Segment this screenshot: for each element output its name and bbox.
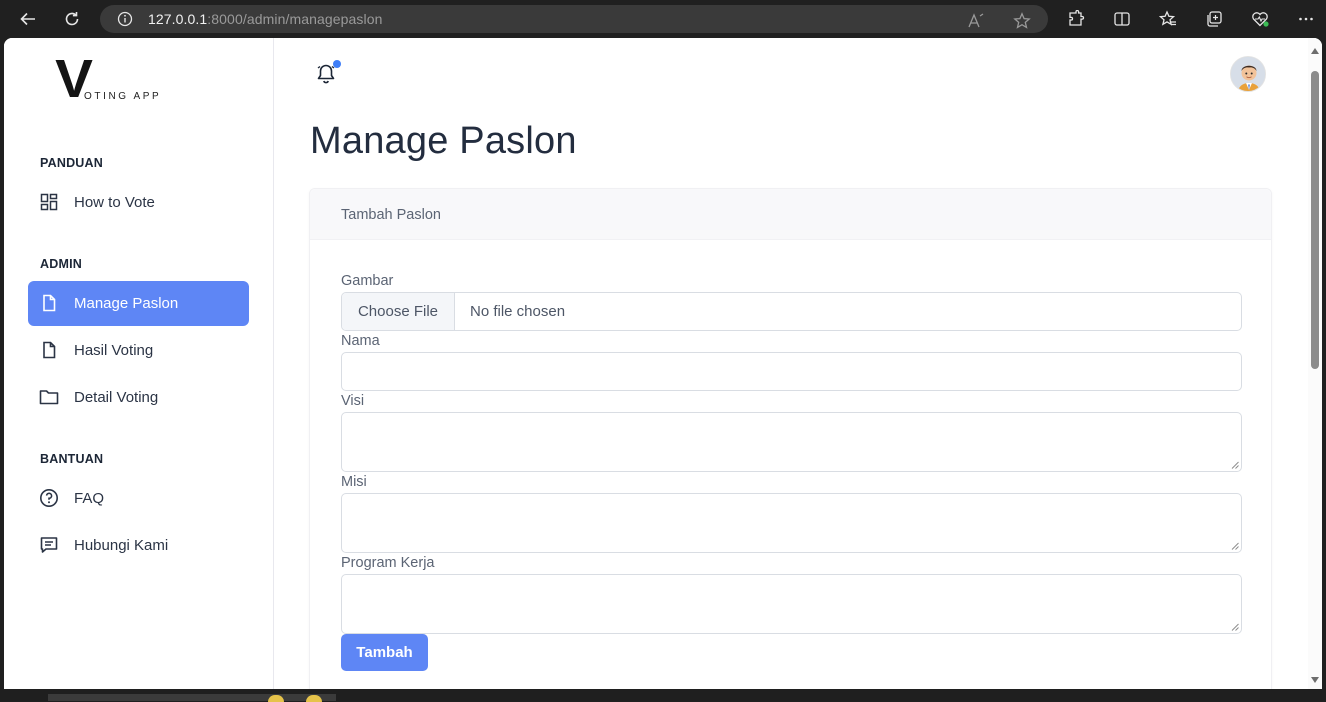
section-title-panduan: PANDUAN	[40, 156, 103, 170]
page-title: Manage Paslon	[310, 120, 577, 162]
program-kerja-textarea[interactable]	[341, 574, 1242, 634]
split-screen-icon[interactable]	[1110, 7, 1134, 31]
grid-icon	[39, 192, 59, 212]
app-logo[interactable]: V OTING APP	[55, 52, 176, 108]
add-paslon-card: Tambah Paslon Gambar Choose File No file…	[309, 188, 1272, 689]
notification-badge	[333, 60, 341, 68]
sidebar-item-label: Hubungi Kami	[74, 537, 169, 554]
nama-label: Nama	[341, 333, 380, 349]
sidebar: V OTING APP PANDUAN How to Vote ADMIN Ma…	[4, 38, 274, 689]
page-viewport: V OTING APP PANDUAN How to Vote ADMIN Ma…	[4, 38, 1322, 689]
url-host: 127.0.0.1	[148, 11, 208, 27]
collections-icon[interactable]	[1202, 7, 1226, 31]
resize-handle-icon[interactable]	[1231, 461, 1239, 469]
taskbar-strip	[0, 689, 1326, 702]
url-text: 127.0.0.1:8000/admin/managepaslon	[148, 11, 383, 27]
sidebar-item-how-to-vote[interactable]: How to Vote	[28, 180, 249, 225]
browser-toolbar: 127.0.0.1:8000/admin/managepaslon	[0, 0, 1326, 38]
scroll-down-icon[interactable]	[1311, 677, 1319, 683]
sidebar-item-label: Hasil Voting	[74, 342, 154, 359]
sidebar-item-hasil-voting[interactable]: Hasil Voting	[28, 328, 249, 373]
resize-handle-icon[interactable]	[1231, 542, 1239, 550]
favorite-star-icon[interactable]	[1010, 9, 1034, 33]
main-content: Manage Paslon Tambah Paslon Gambar Choos…	[275, 38, 1308, 689]
back-icon[interactable]	[16, 7, 40, 31]
chat-icon	[39, 535, 59, 555]
more-icon[interactable]	[1294, 7, 1318, 31]
visi-textarea[interactable]	[341, 412, 1242, 472]
sidebar-item-label: How to Vote	[74, 194, 155, 211]
refresh-icon[interactable]	[60, 7, 84, 31]
sidebar-item-detail-voting[interactable]: Detail Voting	[28, 375, 249, 420]
sidebar-item-manage-paslon[interactable]: Manage Paslon	[28, 281, 249, 326]
sidebar-item-label: Detail Voting	[74, 389, 159, 406]
gambar-label: Gambar	[341, 273, 394, 289]
section-title-admin: ADMIN	[40, 257, 82, 271]
read-aloud-icon[interactable]	[964, 9, 988, 33]
tambah-button[interactable]: Tambah	[341, 634, 428, 671]
nama-input[interactable]	[341, 352, 1242, 391]
gambar-file-input[interactable]: Choose File No file chosen	[341, 292, 1242, 331]
page-scrollbar[interactable]	[1308, 38, 1322, 689]
document-icon	[39, 340, 59, 360]
folder-icon	[39, 387, 59, 407]
misi-textarea[interactable]	[341, 493, 1242, 553]
resize-handle-icon[interactable]	[1231, 623, 1239, 631]
info-icon[interactable]	[116, 10, 134, 28]
sidebar-item-faq[interactable]: FAQ	[28, 476, 249, 521]
browser-health-icon[interactable]	[1248, 7, 1272, 31]
url-path: :8000/admin/managepaslon	[207, 11, 383, 27]
notification-bell-icon[interactable]	[315, 60, 341, 86]
logo-text: OTING APP	[84, 91, 162, 102]
file-status: No file chosen	[470, 303, 566, 320]
misi-label: Misi	[341, 474, 367, 490]
sidebar-item-hubungi-kami[interactable]: Hubungi Kami	[28, 523, 249, 568]
scroll-up-icon[interactable]	[1311, 48, 1319, 54]
section-title-bantuan: BANTUAN	[40, 452, 104, 466]
avatar[interactable]	[1230, 56, 1266, 92]
choose-file-button[interactable]: Choose File	[342, 293, 455, 330]
extensions-icon[interactable]	[1064, 7, 1088, 31]
sidebar-item-label: FAQ	[74, 490, 105, 507]
favorites-icon[interactable]	[1156, 7, 1180, 31]
question-icon	[39, 488, 59, 508]
card-title: Tambah Paslon	[341, 207, 441, 223]
scrollbar-thumb[interactable]	[1311, 71, 1319, 369]
program-kerja-label: Program Kerja	[341, 555, 435, 571]
sidebar-item-label: Manage Paslon	[74, 295, 179, 312]
taskbar-item[interactable]	[48, 694, 336, 701]
card-header: Tambah Paslon	[310, 189, 1271, 240]
document-icon	[39, 293, 59, 313]
visi-label: Visi	[341, 393, 365, 409]
address-bar[interactable]: 127.0.0.1:8000/admin/managepaslon	[100, 5, 1048, 33]
